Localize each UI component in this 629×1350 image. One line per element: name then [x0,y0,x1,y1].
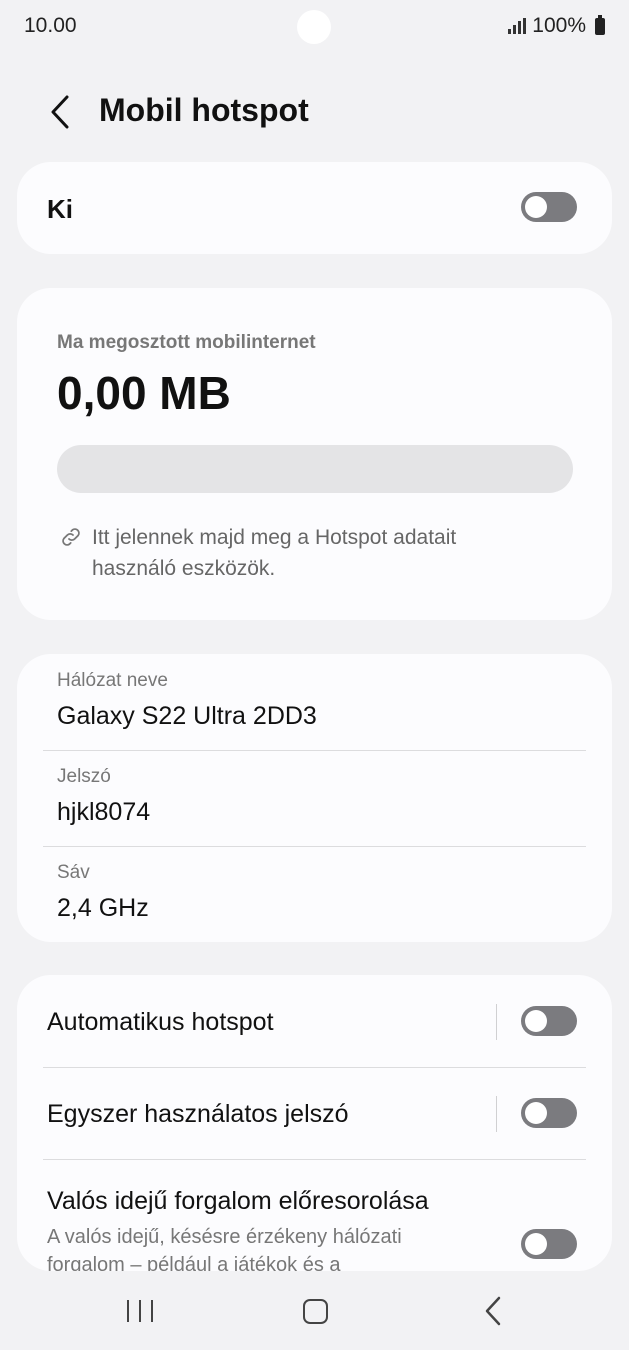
camera-cutout [297,10,331,44]
back-button[interactable] [40,92,80,132]
status-bar: 10.00 100% [0,0,629,54]
connected-devices-note: Itt jelennek majd meg a Hotspot adatait … [92,526,457,580]
password-label: Jelszó [57,766,111,787]
realtime-priority-row[interactable]: Valós idejű forgalom előresorolása A val… [17,1159,612,1271]
status-indicators: 100% [508,14,605,38]
signal-icon [508,18,527,34]
auto-hotspot-row[interactable]: Automatikus hotspot [17,975,612,1067]
realtime-priority-label: Valós idejű forgalom előresorolása [47,1187,429,1215]
realtime-priority-description: A valós idejű, késésre érzékeny hálózati… [47,1226,402,1271]
auto-hotspot-label: Automatikus hotspot [47,1008,274,1036]
separator [496,1004,497,1040]
usage-label: Ma megosztott mobilinternet [57,332,316,353]
realtime-priority-toggle[interactable] [521,1229,577,1259]
page-title: Mobil hotspot [99,92,309,128]
separator [496,1096,497,1132]
system-nav-bar [0,1272,629,1350]
network-name-row[interactable]: Hálózat neve Galaxy S22 Ultra 2DD3 [43,654,586,750]
back-icon[interactable] [480,1294,506,1328]
one-time-password-label: Egyszer használatos jelszó [47,1100,349,1128]
one-time-password-row[interactable]: Egyszer használatos jelszó [17,1067,612,1159]
usage-value: 0,00 MB [57,367,231,419]
password-row[interactable]: Jelszó hjkl8074 [43,750,586,846]
auto-hotspot-toggle[interactable] [521,1006,577,1036]
home-icon[interactable] [303,1299,328,1324]
link-icon [62,528,80,546]
hotspot-options-card: Automatikus hotspot Egyszer használatos … [17,975,612,1271]
password-value: hjkl8074 [57,798,151,826]
battery-icon [595,14,605,35]
network-name-value: Galaxy S22 Ultra 2DD3 [57,702,317,730]
band-label: Sáv [57,862,90,883]
network-settings-card: Hálózat neve Galaxy S22 Ultra 2DD3 Jelsz… [17,654,612,942]
status-time: 10.00 [24,14,77,37]
battery-percent: 100% [532,14,586,37]
one-time-password-toggle[interactable] [521,1098,577,1128]
network-name-label: Hálózat neve [57,670,168,691]
band-value: 2,4 GHz [57,894,149,922]
hotspot-master-switch-card[interactable]: Ki [17,162,612,254]
chevron-left-icon [51,95,69,129]
data-usage-card: Ma megosztott mobilinternet 0,00 MB Itt … [17,288,612,620]
hotspot-toggle[interactable] [521,192,577,222]
master-switch-label: Ki [47,194,73,224]
usage-progress-bar [57,445,573,493]
band-row[interactable]: Sáv 2,4 GHz [43,846,586,942]
app-header: Mobil hotspot [0,80,629,140]
recents-icon[interactable] [127,1300,153,1322]
